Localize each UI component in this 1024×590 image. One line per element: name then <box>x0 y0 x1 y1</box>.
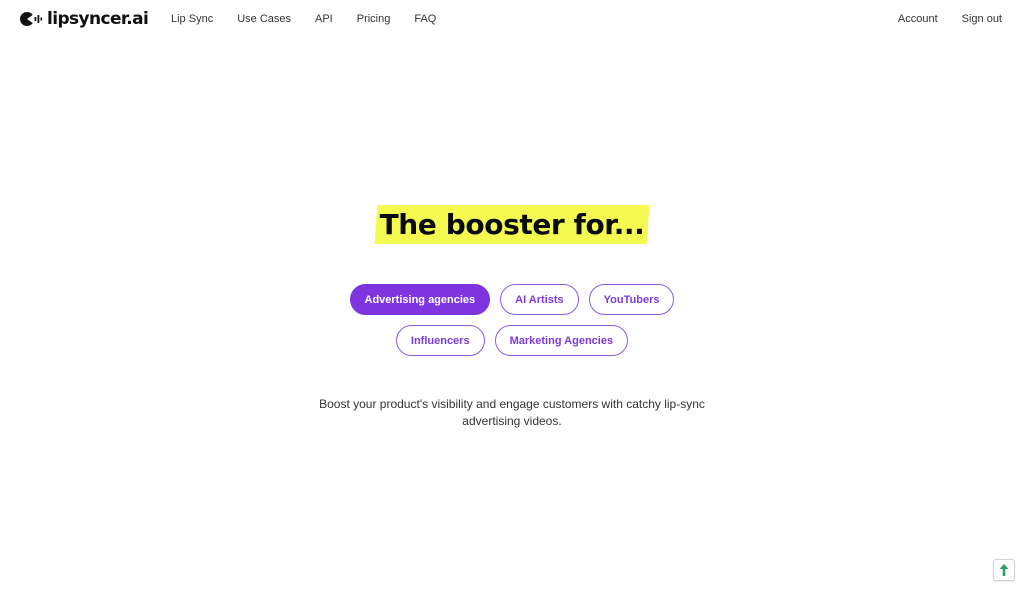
site-header: lipsyncer.ai Lip Sync Use Cases API Pric… <box>0 0 1024 40</box>
category-pill-marketing-agencies[interactable]: Marketing Agencies <box>494 325 629 356</box>
arrow-up-icon <box>999 564 1009 576</box>
category-pills-row-2: Influencers Marketing Agencies <box>0 325 1024 356</box>
nav-item-api[interactable]: API <box>315 13 333 25</box>
brand-name: lipsyncer.ai <box>47 9 149 29</box>
brand-logo[interactable]: lipsyncer.ai <box>19 9 149 29</box>
category-pill-advertising-agencies[interactable]: Advertising agencies <box>349 284 491 315</box>
main-nav: Lip Sync Use Cases API Pricing FAQ <box>171 13 460 25</box>
hero-description: Boost your product's visibility and enga… <box>319 397 705 428</box>
lipsyncer-logo-icon <box>20 12 43 26</box>
account-link[interactable]: Account <box>898 13 938 25</box>
nav-item-lip-sync[interactable]: Lip Sync <box>171 13 213 25</box>
category-pill-influencers[interactable]: Influencers <box>395 325 485 356</box>
hero-headline: The booster for... <box>379 208 645 241</box>
nav-item-faq[interactable]: FAQ <box>414 13 436 25</box>
account-nav: Account Sign out <box>874 13 1002 25</box>
category-pill-ai-artists[interactable]: AI Artists <box>500 284 579 315</box>
page: lipsyncer.ai Lip Sync Use Cases API Pric… <box>0 0 1024 590</box>
nav-item-use-cases[interactable]: Use Cases <box>237 13 291 25</box>
scroll-to-top-button[interactable] <box>993 559 1015 581</box>
nav-item-pricing[interactable]: Pricing <box>357 13 391 25</box>
sign-out-link[interactable]: Sign out <box>962 13 1002 25</box>
category-pills-row-1: Advertising agencies AI Artists YouTuber… <box>0 284 1024 315</box>
category-pill-youtubers[interactable]: YouTubers <box>588 284 675 315</box>
